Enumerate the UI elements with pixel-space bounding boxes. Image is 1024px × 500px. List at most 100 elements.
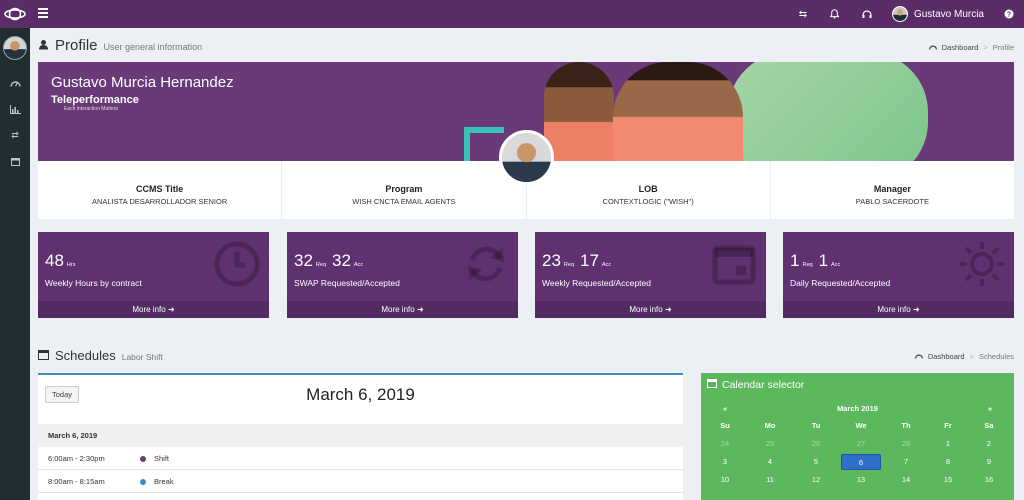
stat-label: Weekly Requested/Accepted (542, 278, 651, 288)
more-info-label: More info (629, 305, 663, 314)
next-month-button[interactable]: » (988, 404, 992, 413)
calendar-icon (707, 378, 717, 391)
calendar-day[interactable]: 24 (705, 436, 745, 452)
stat-swap: 32 Req 32 Acc SWAP Requested/Accepted Mo… (287, 232, 518, 318)
stat-weekly-requests: 23 Req 17 Acc Weekly Requested/Accepted … (535, 232, 766, 318)
calendar-day[interactable]: 5 (796, 454, 836, 470)
calendar-day[interactable]: 13 (841, 472, 881, 488)
arrow-circle-right-icon: ➜ (912, 305, 920, 314)
clock-icon (213, 240, 261, 288)
schedule-event[interactable]: 6:00am - 2:30pm Shift (38, 447, 683, 470)
calendar-day[interactable]: 14 (886, 472, 926, 488)
user-icon (38, 37, 49, 55)
calendar-day-of-week: Su (720, 421, 730, 430)
stat-daily-requests: 1 Req 1 Acc Daily Requested/Accepted Mor… (783, 232, 1014, 318)
calendar-day[interactable]: 4 (750, 454, 790, 470)
breadcrumb: Dashboard > Schedules (914, 352, 1014, 361)
bell-icon[interactable] (828, 7, 842, 21)
more-info-label: More info (381, 305, 415, 314)
schedules-heading: Schedules (55, 348, 116, 363)
breadcrumb-separator: > (969, 352, 974, 361)
info-value: CONTEXTLOGIC ("WISH") (602, 197, 694, 206)
banner-photo-person (544, 62, 614, 161)
sidebar: ⇄ (0, 28, 30, 500)
breadcrumb-separator: > (983, 43, 988, 52)
stat-unit: Acc (831, 262, 841, 268)
calendar-day[interactable]: 26 (796, 436, 836, 452)
exchange-icon[interactable]: ⇄ (8, 129, 22, 141)
user-menu[interactable]: Gustavo Murcia (891, 6, 984, 22)
calendar-day[interactable]: 9 (969, 454, 1009, 470)
stat-label: Weekly Hours by contract (45, 278, 142, 288)
schedules-title: Schedules Labor Shift (38, 347, 163, 365)
info-lob: LOB CONTEXTLOGIC ("WISH") (527, 161, 771, 219)
more-info-label: More info (877, 305, 911, 314)
calendar-day[interactable]: 11 (750, 472, 790, 488)
planet-logo-icon[interactable] (0, 0, 30, 28)
calendar-day[interactable]: 8 (928, 454, 968, 470)
schedule-event[interactable]: 8:00am - 8:15am Break (38, 470, 683, 493)
stat-label: SWAP Requested/Accepted (294, 278, 400, 288)
calendar-day[interactable]: 1 (928, 436, 968, 452)
brand-tagline: Each interaction Matters (64, 106, 118, 112)
calendar-icon (38, 347, 49, 365)
stat-weekly-hours: 48 Hrs Weekly Hours by contract More inf… (38, 232, 269, 318)
banner-decor-shape (728, 62, 928, 161)
calendar-month[interactable]: March 2019 (701, 404, 1014, 413)
calendar-day[interactable]: 15 (928, 472, 968, 488)
stat-value: 17 (580, 251, 599, 270)
calendar-day-of-week: Mo (764, 421, 776, 430)
event-color-dot (140, 479, 146, 485)
info-label: Manager (873, 184, 911, 194)
dashboard-icon[interactable] (8, 77, 22, 89)
calendar-day[interactable]: 28 (886, 436, 926, 452)
banner-photo-person (613, 62, 743, 161)
calendar-day[interactable]: 2 (969, 436, 1009, 452)
user-name: Gustavo Murcia (913, 8, 984, 20)
info-ccms-title: CCMS Title ANALISTA DESARROLLADOR SENIOR (38, 161, 283, 219)
breadcrumb-dashboard[interactable]: Dashboard (928, 352, 965, 361)
avatar (891, 6, 908, 22)
sidebar-avatar (3, 36, 27, 60)
stat-unit: Req (802, 262, 813, 268)
calendar-icon[interactable] (8, 155, 22, 167)
headset-icon[interactable] (860, 7, 874, 21)
info-label: CCMS Title (135, 184, 184, 194)
arrow-circle-right-icon: ➜ (167, 305, 175, 314)
stat-value: 23 (542, 251, 561, 270)
profile-title: Profile (55, 37, 98, 54)
today-button[interactable]: Today (45, 386, 79, 403)
chart-icon[interactable] (8, 103, 22, 115)
more-info-link[interactable]: More info ➜ (535, 301, 766, 318)
calendar-day[interactable]: 12 (796, 472, 836, 488)
calendar-day[interactable]: 25 (750, 436, 790, 452)
breadcrumb: Dashboard > Profile (928, 43, 1014, 52)
calendar-title: Calendar selector (722, 378, 805, 391)
menu-toggle-icon[interactable] (38, 8, 48, 18)
stat-unit: Acc (601, 262, 612, 268)
svg-text:?: ? (1007, 12, 1011, 19)
arrow-circle-right-icon: ➜ (664, 305, 672, 314)
calendar-day[interactable]: 3 (705, 454, 745, 470)
calendar-day-of-week: Th (901, 421, 911, 430)
calendar-day[interactable]: 6 (841, 454, 881, 470)
calendar-day[interactable]: 7 (886, 454, 926, 470)
sun-icon (958, 240, 1006, 288)
transfer-icon[interactable]: ⇆ (796, 7, 810, 21)
calendar-day[interactable]: 27 (841, 436, 881, 452)
breadcrumb-dashboard[interactable]: Dashboard (942, 43, 979, 52)
more-info-label: More info (132, 305, 166, 314)
stat-unit: Req (563, 262, 575, 268)
info-value: WISH CNCTA EMAIL AGENTS (352, 197, 456, 206)
stat-label: Daily Requested/Accepted (790, 278, 891, 288)
more-info-link[interactable]: More info ➜ (38, 301, 269, 318)
banner-decor-bracket (464, 127, 504, 161)
event-time: 8:00am - 8:15am (48, 477, 105, 486)
calendar-day[interactable]: 10 (705, 472, 745, 488)
more-info-link[interactable]: More info ➜ (783, 301, 1014, 318)
help-icon[interactable]: ? (1002, 7, 1016, 21)
info-label: Program (385, 184, 423, 194)
more-info-link[interactable]: More info ➜ (287, 301, 518, 318)
refresh-icon (462, 240, 510, 288)
calendar-day[interactable]: 16 (969, 472, 1009, 488)
